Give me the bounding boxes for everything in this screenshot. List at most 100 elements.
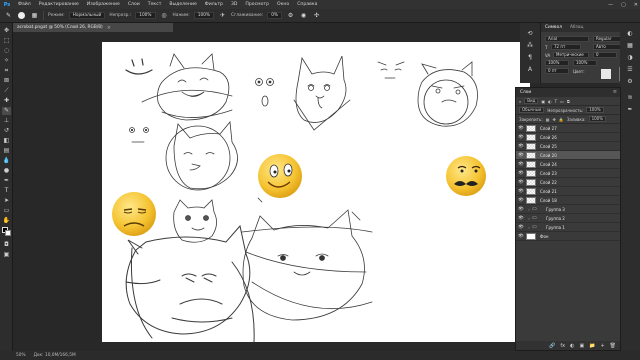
menu-window[interactable]: Окно	[273, 0, 293, 9]
panel-menu-icon[interactable]: ≡	[613, 89, 617, 95]
lock-pixels-icon[interactable]: ▦	[546, 117, 550, 122]
layer-row[interactable]: 👁 Слой 22	[516, 178, 620, 187]
smoothing-input[interactable]: 0%	[267, 12, 283, 19]
visibility-eye-icon[interactable]: 👁	[516, 126, 526, 131]
fill-input[interactable]: 100%	[588, 116, 606, 122]
brush-preset-icon[interactable]: ✎	[4, 11, 13, 20]
history-brush-tool-icon[interactable]: ↺	[2, 127, 11, 135]
menu-layers[interactable]: Слои	[124, 0, 144, 9]
lasso-tool-icon[interactable]: ◌	[2, 47, 11, 55]
frame-tool-icon[interactable]: ⊠	[2, 77, 11, 85]
layer-row[interactable]: 👁 Слой 27	[516, 124, 620, 133]
lock-all-icon[interactable]: 🔒	[559, 117, 564, 122]
adjustments-panel-icon[interactable]: ◑	[626, 53, 634, 61]
filter-pixel-icon[interactable]: ▣	[541, 99, 545, 104]
color-panel-icon[interactable]: ◐	[626, 29, 634, 37]
menu-select[interactable]: Выделение	[165, 0, 200, 9]
rectangle-tool-icon[interactable]: ▭	[2, 207, 11, 215]
menu-image[interactable]: Изображение	[83, 0, 124, 9]
visibility-eye-icon[interactable]: 👁	[516, 171, 526, 176]
text-color-swatch[interactable]	[601, 69, 611, 79]
layer-opacity-input[interactable]: 100%	[586, 107, 604, 113]
kerning-select[interactable]: Метрические	[553, 52, 589, 58]
pen-tool-icon[interactable]: ✒	[2, 177, 11, 185]
font-family-select[interactable]: Arial	[545, 36, 589, 42]
type-tool-icon[interactable]: T	[2, 187, 11, 195]
hand-tool-icon[interactable]: ✋	[2, 217, 11, 225]
visibility-eye-icon[interactable]: 👁	[516, 144, 526, 149]
filter-smart-icon[interactable]: ⧉	[567, 99, 570, 104]
layer-style-icon[interactable]: fx	[560, 343, 565, 349]
pressure-opacity-icon[interactable]: ◎	[160, 11, 169, 20]
eyedropper-tool-icon[interactable]: ⟋	[2, 87, 11, 95]
swatches-panel-icon[interactable]: ▦	[626, 41, 634, 49]
blur-tool-icon[interactable]: 💧	[2, 157, 11, 165]
screen-mode-icon[interactable]: ▣	[2, 251, 11, 259]
filter-adjust-icon[interactable]: ◐	[548, 99, 552, 104]
crop-tool-icon[interactable]: ⌗	[2, 67, 11, 75]
quick-select-tool-icon[interactable]: ✧	[2, 57, 11, 65]
maximize-button[interactable]: ▢	[621, 2, 626, 8]
menu-filter[interactable]: Фильтр	[201, 0, 227, 9]
visibility-eye-icon[interactable]: 👁	[516, 189, 526, 194]
layer-filter-select[interactable]: Вид	[524, 98, 539, 104]
libraries-panel-icon[interactable]: ☰	[626, 65, 634, 73]
menu-file[interactable]: Файл	[14, 0, 35, 9]
close-window-button[interactable]: ✕	[634, 2, 638, 8]
airbrush-icon[interactable]: ✈	[218, 11, 227, 20]
layer-row[interactable]: 👁 Слой 25	[516, 142, 620, 151]
layer-row[interactable]: 👁 › ▭ Группа 2	[516, 214, 620, 223]
blend-mode-select[interactable]: Обычные	[519, 107, 545, 113]
dodge-tool-icon[interactable]: ●	[2, 167, 11, 175]
channels-panel-icon[interactable]: ≋	[626, 93, 634, 101]
layer-row[interactable]: 👁 Слой 23	[516, 169, 620, 178]
new-group-icon[interactable]: 📁	[589, 343, 595, 349]
eraser-tool-icon[interactable]: ◧	[2, 137, 11, 145]
visibility-eye-icon[interactable]: 👁	[516, 234, 526, 239]
layer-row[interactable]: 👁 › ▭ Группа 1	[516, 223, 620, 232]
mode-select[interactable]: Нормальный	[68, 12, 106, 19]
link-layers-icon[interactable]: 🔗	[549, 343, 555, 349]
minimize-button[interactable]: —	[608, 2, 613, 8]
clone-stamp-tool-icon[interactable]: ⊥	[2, 117, 11, 125]
visibility-eye-icon[interactable]: 👁	[516, 198, 526, 203]
filter-shape-icon[interactable]: ▭	[560, 99, 564, 104]
document-tab[interactable]: acrobat.pngat @ 50% (Слой 26, RGB/8) ×	[13, 23, 173, 32]
gradient-tool-icon[interactable]: ▤	[2, 147, 11, 155]
close-document-icon[interactable]: ×	[107, 25, 111, 31]
marquee-tool-icon[interactable]: ⬚	[2, 37, 11, 45]
character-icon[interactable]: A	[526, 65, 534, 73]
brush-settings-panel-icon[interactable]: ⁂	[526, 41, 534, 49]
horizontal-scale-input[interactable]: 100%	[573, 60, 597, 66]
baseline-shift-input[interactable]: 0 пт	[545, 68, 569, 74]
menu-edit[interactable]: Редактирование	[35, 0, 83, 9]
visibility-eye-icon[interactable]: 👁	[516, 153, 526, 158]
font-size-input[interactable]: 72 пт	[551, 44, 581, 50]
brush-size-picker[interactable]	[17, 11, 26, 20]
menu-type[interactable]: Текст	[144, 0, 166, 9]
zoom-level[interactable]: 50%	[16, 353, 26, 358]
symmetry-icon[interactable]: ✣	[312, 11, 321, 20]
layer-row[interactable]: 👁 Слой 24	[516, 160, 620, 169]
document-info[interactable]: Док: 10,0M/166,5M	[34, 353, 76, 358]
lock-position-icon[interactable]: ✥	[552, 117, 555, 122]
filter-type-icon[interactable]: T	[555, 99, 557, 104]
delete-layer-icon[interactable]: 🗑	[610, 343, 616, 349]
layer-row[interactable]: 👁 Слой 26	[516, 133, 620, 142]
tracking-input[interactable]: 0	[593, 52, 617, 58]
background-color-swatch[interactable]	[5, 230, 11, 236]
layer-row[interactable]: 👁 Слой 20	[516, 151, 620, 160]
paths-panel-icon[interactable]: ✒	[626, 105, 634, 113]
healing-brush-tool-icon[interactable]: ✚	[2, 97, 11, 105]
opacity-input[interactable]: 100%	[135, 12, 156, 19]
canvas[interactable]	[102, 42, 530, 342]
layer-row[interactable]: 👁 › ▭ Группа 3	[516, 205, 620, 214]
properties-panel-icon[interactable]: ⚙	[626, 77, 634, 85]
visibility-eye-icon[interactable]: 👁	[516, 207, 526, 212]
visibility-eye-icon[interactable]: 👁	[516, 162, 526, 167]
menu-view[interactable]: Просмотр	[241, 0, 273, 9]
history-icon[interactable]: ⟲	[526, 29, 534, 37]
move-tool-icon[interactable]: ✥	[2, 27, 11, 35]
layer-row[interactable]: 👁 Слой 18	[516, 196, 620, 205]
vertical-scale-input[interactable]: 100%	[545, 60, 569, 66]
